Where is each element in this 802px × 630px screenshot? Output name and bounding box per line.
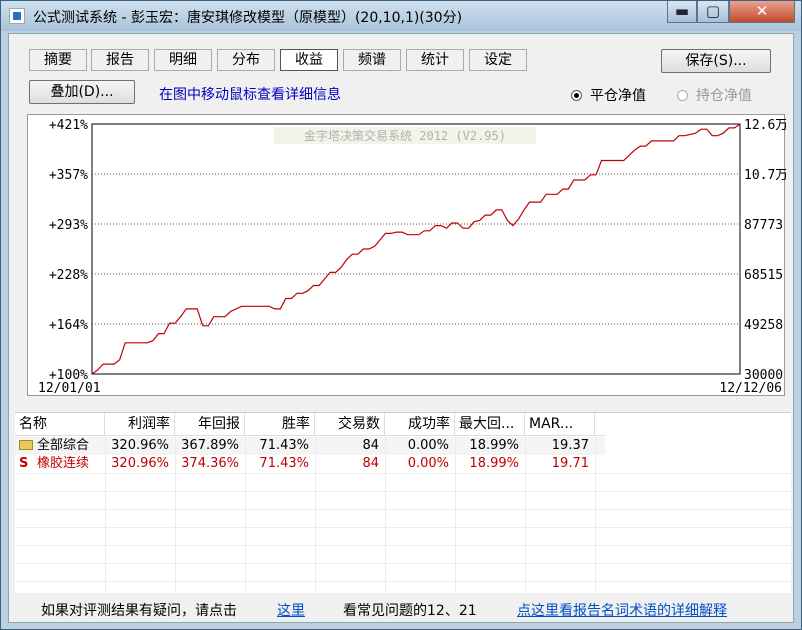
footer-here-link[interactable]: 这里 <box>277 600 305 620</box>
series-s-icon: S <box>19 456 29 471</box>
footer-glossary-link[interactable]: 点这里看报告名词术语的详细解释 <box>517 600 727 620</box>
y-tick-label-left: +228% <box>49 268 88 283</box>
radio-hold-equity: 持仓净值 <box>677 85 752 105</box>
row-trades: 84 <box>362 438 379 453</box>
table-col-divider <box>315 435 316 593</box>
row-profit: 320.96% <box>111 456 169 471</box>
table-row[interactable]: 全部综合 320.96% 367.89% 71.43% 84 0.00% 18.… <box>15 437 605 455</box>
tab-distribution[interactable]: 分布 <box>217 49 275 71</box>
radio-selected-icon <box>571 90 582 101</box>
row-name-text: 全部综合 <box>37 438 90 453</box>
tab-returns[interactable]: 收益 <box>280 49 338 71</box>
tab-settings[interactable]: 设定 <box>469 49 527 71</box>
title-bar[interactable]: 公式测试系统 - 彭玉宏：唐安琪修改模型（原模型）(20,10,1)(30分) … <box>1 1 801 31</box>
radio-hold-equity-label: 持仓净值 <box>696 88 752 104</box>
footer-faq: 看常见问题的12、21 <box>343 603 477 619</box>
maximize-button[interactable]: ▢ <box>697 1 729 23</box>
tab-summary[interactable]: 摘要 <box>29 49 87 71</box>
tab-detail[interactable]: 明细 <box>154 49 212 71</box>
table-col-divider <box>525 435 526 593</box>
row-success: 0.00% <box>407 456 449 471</box>
y-tick-label-left: +293% <box>49 218 88 233</box>
table-gridline <box>15 491 791 492</box>
radio-close-equity-label: 平仓净值 <box>590 88 646 104</box>
equity-chart-svg[interactable]: +421% 12.6万 +357% 10.7万 +293% 87773 +228% 68515… <box>28 115 786 397</box>
save-button[interactable]: 保存(S)... <box>661 49 771 73</box>
header-name[interactable]: 名称 <box>15 413 105 435</box>
row-trades: 84 <box>362 456 379 471</box>
x-start-label: 12/01/01 <box>38 381 101 396</box>
tab-spectrum[interactable]: 频谱 <box>343 49 401 71</box>
x-end-label: 12/12/06 <box>719 381 782 396</box>
header-profit[interactable]: 利润率 <box>105 413 175 435</box>
table-gridline <box>15 563 791 564</box>
table-col-divider <box>105 435 106 593</box>
y-tick-label-left: +421% <box>49 118 88 133</box>
header-maxdd[interactable]: 最大回... <box>455 413 525 435</box>
y-tick-label-right: 10.7万 <box>744 168 786 183</box>
client-area: 摘要 报告 明细 分布 收益 频谱 统计 设定 保存(S)... 叠加(D)..… <box>8 33 794 623</box>
row-profit: 320.96% <box>111 438 169 453</box>
y-tick-label-right: 68515 <box>744 268 783 283</box>
table-col-divider <box>175 435 176 593</box>
row-maxdd: 18.99% <box>469 438 519 453</box>
table-gridline <box>15 473 791 474</box>
table-gridline <box>15 581 791 582</box>
table-gridline <box>15 527 791 528</box>
tab-report[interactable]: 报告 <box>91 49 149 71</box>
radio-unselected-icon <box>677 90 688 101</box>
folder-icon <box>19 440 33 450</box>
row-maxdd: 18.99% <box>469 456 519 471</box>
row-name-text: 橡胶连续 <box>37 456 90 471</box>
row-success: 0.00% <box>407 438 449 453</box>
chart-hint: 在图中移动鼠标查看详细信息 <box>159 87 341 103</box>
minimize-button[interactable]: ▬ <box>667 1 697 23</box>
header-annual[interactable]: 年回报 <box>175 413 245 435</box>
chart-watermark: 金字塔决策交易系统 2012 (V2.95) <box>304 128 506 143</box>
y-tick-label-right: 49258 <box>744 318 783 333</box>
table-col-divider <box>595 435 596 593</box>
table-gridline <box>15 545 791 546</box>
app-icon <box>9 8 25 24</box>
close-button[interactable]: ✕ <box>729 1 795 23</box>
header-trades[interactable]: 交易数 <box>315 413 385 435</box>
table-row[interactable]: S 橡胶连续 320.96% 374.36% 71.43% 84 0.00% 18… <box>15 455 605 473</box>
y-tick-label-left: +164% <box>49 318 88 333</box>
row-win: 71.43% <box>259 456 309 471</box>
row-mar: 19.37 <box>551 438 589 453</box>
overlay-button[interactable]: 叠加(D)... <box>29 80 135 104</box>
radio-close-equity[interactable]: 平仓净值 <box>571 85 646 105</box>
header-win[interactable]: 胜率 <box>245 413 315 435</box>
equity-chart[interactable]: +421% 12.6万 +357% 10.7万 +293% 87773 +228% 68515… <box>27 114 786 397</box>
tab-statistics[interactable]: 统计 <box>406 49 464 71</box>
y-tick-label-right: 87773 <box>744 218 783 233</box>
table-col-divider <box>455 435 456 593</box>
main-window: 公式测试系统 - 彭玉宏：唐安琪修改模型（原模型）(20,10,1)(30分) … <box>0 0 802 630</box>
y-tick-label-right: 12.6万 <box>744 118 786 133</box>
header-success[interactable]: 成功率 <box>385 413 455 435</box>
footer-question: 如果对评测结果有疑问，请点击 <box>41 603 237 619</box>
table-col-divider <box>245 435 246 593</box>
table-col-divider <box>385 435 386 593</box>
row-name: S 橡胶连续 <box>15 455 105 473</box>
row-win: 71.43% <box>259 438 309 453</box>
plot-frame <box>91 123 741 375</box>
row-annual: 374.36% <box>181 456 239 471</box>
row-name: 全部综合 <box>15 437 105 455</box>
row-mar: 19.71 <box>551 456 589 471</box>
results-table: 名称 利润率 年回报 胜率 交易数 成功率 最大回... MAR... 全部综合… <box>15 412 791 593</box>
table-gridline <box>15 509 791 510</box>
row-annual: 367.89% <box>181 438 239 453</box>
y-tick-label-left: +357% <box>49 168 88 183</box>
header-mar[interactable]: MAR... <box>525 413 595 435</box>
table-header: 名称 利润率 年回报 胜率 交易数 成功率 最大回... MAR... <box>15 413 605 436</box>
window-title: 公式测试系统 - 彭玉宏：唐安琪修改模型（原模型）(20,10,1)(30分) <box>33 10 463 26</box>
